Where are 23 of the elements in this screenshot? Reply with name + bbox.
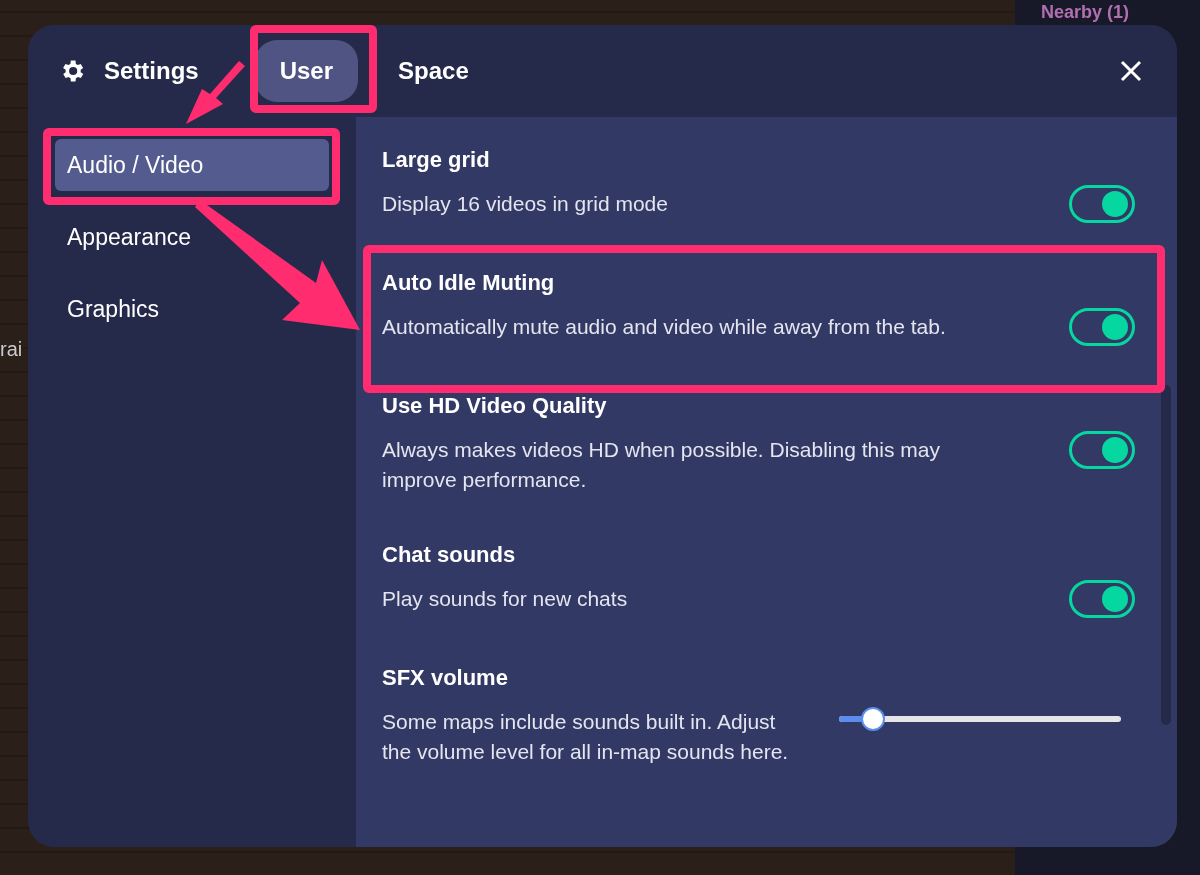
setting-title: Auto Idle Muting — [382, 269, 556, 297]
slider-thumb[interactable] — [860, 707, 885, 731]
setting-description: Some maps include sounds built in. Adjust the volume level for all in-map sounds here. — [382, 709, 790, 765]
toggle-switch[interactable] — [1069, 308, 1135, 346]
tab[interactable]: Space — [373, 40, 494, 102]
nav-item[interactable]: Appearance — [55, 211, 204, 263]
setting-title: SFX volume — [382, 664, 509, 692]
setting-description: Display 16 videos in grid mode — [382, 191, 669, 217]
setting-description: Automatically mute audio and video while away from the tab. — [382, 314, 947, 340]
setting-description: Play sounds for new chats — [382, 586, 629, 612]
nav-item[interactable]: Graphics — [55, 283, 172, 335]
nav-item[interactable]: Audio / Video — [55, 139, 329, 191]
setting-title: Use HD Video Quality — [382, 392, 608, 420]
setting-title: Chat sounds — [382, 541, 517, 569]
setting-description: Always makes videos HD when possible. Disabling this may improve performance. — [382, 437, 941, 493]
toggle-switch[interactable] — [1069, 580, 1135, 618]
setting-title: Large grid — [382, 146, 491, 174]
toggle-switch[interactable] — [1069, 185, 1135, 223]
player-name: rai — [0, 338, 23, 361]
scrollbar[interactable] — [1161, 385, 1171, 725]
toggle-switch[interactable] — [1069, 431, 1135, 469]
sidebar-heading: Nearby (1) — [1041, 1, 1130, 23]
dialog-title: Settings — [104, 57, 199, 85]
